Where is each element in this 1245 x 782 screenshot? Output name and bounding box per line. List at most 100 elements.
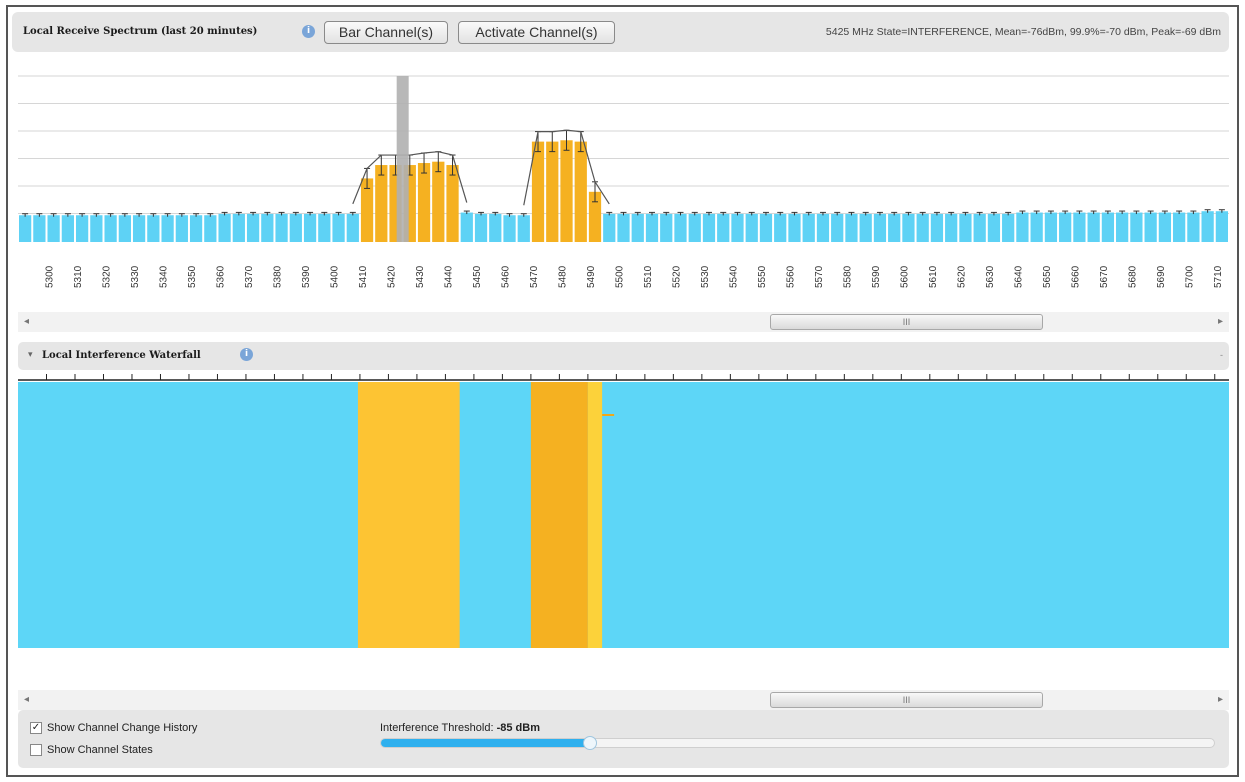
spectrum-bar	[1002, 213, 1015, 242]
x-tick-label: 5630	[985, 265, 996, 288]
scroll-right-icon[interactable]: ▸	[1218, 694, 1223, 705]
spectrum-bar	[503, 215, 516, 242]
spectrum-bar	[731, 213, 744, 242]
spectrum-bar	[717, 213, 730, 242]
x-tick-label: 5350	[187, 265, 198, 288]
x-tick-label: 5340	[158, 265, 169, 288]
spectrum-bar	[289, 213, 302, 242]
activate-channel-button[interactable]: Activate Channel(s)	[458, 21, 615, 44]
spectrum-bar	[189, 215, 203, 242]
x-tick-label: 5580	[842, 265, 853, 288]
spectrum-chart: 5300 5310 5320 5330 5340 5350 5360 5370 5380 5390…	[18, 62, 1229, 312]
x-tick-label: 5540	[728, 265, 739, 288]
spectrum-bar	[161, 215, 174, 242]
controls-panel: ✓ Show Channel Change History Show Chann…	[18, 710, 1229, 768]
threshold-slider-fill	[381, 739, 590, 747]
x-tick-label: 5640	[1013, 265, 1024, 288]
spectrum-bar	[845, 213, 858, 242]
x-tick-label: 5620	[956, 265, 967, 288]
scroll-left-icon[interactable]: ◂	[24, 694, 29, 705]
spectrum-bar	[1144, 212, 1157, 242]
show-history-label: Show Channel Change History	[47, 722, 198, 734]
spectrum-bar	[489, 213, 502, 242]
x-tick-label: 5390	[301, 265, 312, 288]
info-icon[interactable]: i	[302, 25, 315, 38]
spectrum-bar	[674, 213, 687, 242]
show-states-checkbox[interactable]	[30, 744, 42, 756]
spectrum-bar	[959, 213, 972, 242]
x-tick-label: 5500	[614, 265, 625, 288]
collapse-caret-icon[interactable]: ▾	[28, 349, 33, 360]
spectrum-bar	[759, 213, 773, 242]
spectrum-bar	[945, 213, 958, 242]
x-tick-label: 5320	[101, 265, 112, 288]
spectrum-scrollbar[interactable]: ◂ III ▸	[18, 312, 1229, 332]
scroll-right-icon[interactable]: ▸	[1218, 316, 1223, 327]
x-tick-label: 5650	[1042, 265, 1053, 288]
scroll-thumb[interactable]: III	[770, 692, 1043, 708]
x-tick-label: 5660	[1070, 265, 1081, 288]
show-states-option[interactable]: Show Channel States	[30, 744, 153, 756]
spectrum-bar	[232, 213, 245, 242]
scroll-left-icon[interactable]: ◂	[24, 316, 29, 327]
spectrum-bar	[631, 213, 644, 242]
waterfall-info-icon[interactable]: i	[240, 348, 253, 361]
spectrum-bar	[1116, 212, 1129, 242]
spectrum-bar	[246, 213, 260, 242]
minimize-icon[interactable]: -	[1220, 350, 1223, 360]
spectrum-bar	[1059, 212, 1072, 242]
spectrum-bar	[261, 213, 274, 242]
spectrum-bar	[617, 213, 630, 242]
show-history-checkbox[interactable]: ✓	[30, 722, 42, 734]
x-tick-label: 5370	[244, 265, 255, 288]
x-tick-label: 5410	[358, 265, 369, 288]
spectrum-bar	[987, 213, 1001, 242]
threshold-slider[interactable]	[380, 736, 1215, 750]
scroll-thumb[interactable]: III	[770, 314, 1043, 330]
x-tick-label: 5400	[329, 265, 340, 288]
spectrum-bar	[1101, 212, 1115, 242]
spectrum-bar	[303, 213, 317, 242]
spectrum-bar	[218, 213, 231, 242]
spectrum-bar	[546, 141, 559, 242]
spectrum-bar	[1201, 211, 1214, 242]
x-tick-label: 5450	[472, 265, 483, 288]
spectrum-bar	[702, 213, 716, 242]
waterfall-scrollbar[interactable]: ◂ III ▸	[18, 690, 1229, 710]
spectrum-bar	[902, 213, 915, 242]
x-tick-label: 5480	[557, 265, 568, 288]
waterfall-background	[18, 382, 1229, 648]
threshold-slider-handle[interactable]	[582, 736, 597, 750]
spectrum-bar	[1173, 212, 1186, 242]
spectrum-bar	[873, 213, 887, 242]
spectrum-bar	[75, 215, 89, 242]
x-tick-label: 5550	[757, 265, 768, 288]
spectrum-bar	[61, 215, 74, 242]
spectrum-bar	[175, 215, 188, 242]
spectrum-bar	[118, 215, 131, 242]
spectrum-bar	[47, 215, 60, 242]
bar-channel-button[interactable]: Bar Channel(s)	[324, 21, 448, 44]
spectrum-bar	[517, 215, 530, 242]
threshold-value: -85 dBm	[496, 722, 540, 734]
spectrum-bar	[1073, 212, 1086, 242]
spectrum-status: 5425 MHz State=INTERFERENCE, Mean=-76dBm…	[825, 26, 1221, 38]
spectrum-bar	[318, 213, 331, 242]
spectrum-bar	[802, 213, 815, 242]
spectrum-bar	[346, 213, 359, 242]
spectrum-bar	[645, 213, 659, 242]
spectrum-bar	[788, 213, 801, 242]
x-tick-label: 5560	[785, 265, 796, 288]
spectrum-bar	[332, 213, 345, 242]
spectrum-bar	[19, 215, 32, 242]
spectrum-title: Local Receive Spectrum (last 20 minutes)	[23, 26, 258, 37]
spectrum-bar	[432, 161, 445, 242]
waterfall-header[interactable]: ▾ Local Interference Waterfall i -	[18, 342, 1229, 370]
show-history-option[interactable]: ✓ Show Channel Change History	[30, 722, 197, 734]
x-tick-label: 5670	[1099, 265, 1110, 288]
spectrum-header: Local Receive Spectrum (last 20 minutes)…	[12, 12, 1229, 52]
spectrum-bar	[1130, 212, 1143, 242]
spectrum-bar	[1158, 212, 1172, 242]
spectrum-bar	[816, 213, 830, 242]
waterfall-svg	[18, 374, 1229, 648]
